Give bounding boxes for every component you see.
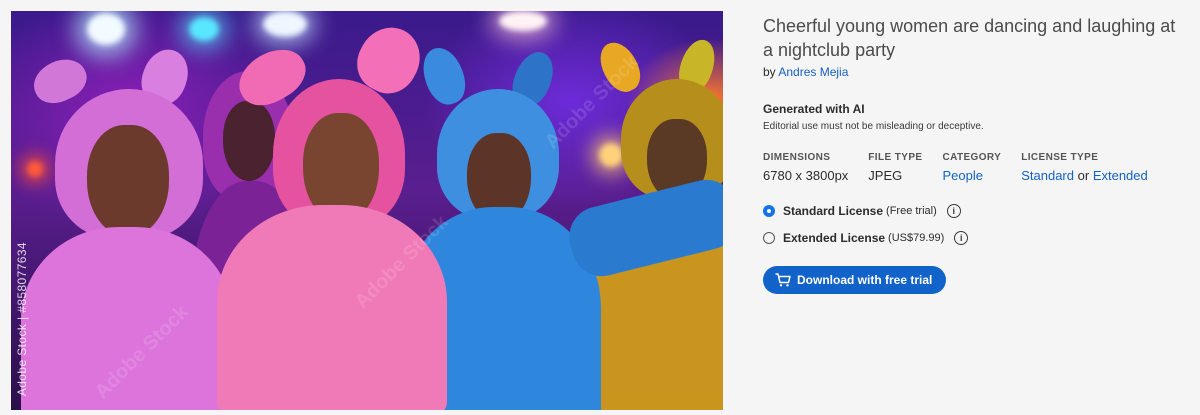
club-light: [87, 13, 125, 45]
category-link[interactable]: People: [942, 168, 982, 183]
or-text: or: [1077, 168, 1090, 183]
license-option-extended[interactable]: Extended License (US$79.99) i: [763, 228, 1188, 248]
license-name: Extended License: [783, 231, 886, 245]
meta-value: JPEG: [868, 168, 903, 183]
generated-ai-title: Generated with AI: [763, 102, 865, 116]
meta-label: FILE TYPE: [868, 152, 923, 163]
download-label: Download with free trial: [797, 273, 933, 287]
radio-unselected-icon[interactable]: [763, 232, 775, 244]
author-link[interactable]: Andres Mejia: [778, 65, 848, 79]
meta-label: DIMENSIONS: [763, 152, 831, 163]
meta-license-type: LICENSE TYPE Standard or Extended: [1021, 152, 1148, 183]
info-icon[interactable]: i: [946, 204, 961, 218]
meta-dimensions: DIMENSIONS 6780 x 3800px: [763, 152, 848, 183]
asset-details: Cheerful young women are dancing and lau…: [763, 11, 1188, 294]
license-name: Standard License: [783, 204, 884, 218]
meta-file-type: FILE TYPE JPEG: [868, 152, 922, 183]
meta-value: 6780 x 3800px: [763, 168, 849, 183]
license-note: (Free trial): [886, 205, 937, 217]
standard-license-link[interactable]: Standard: [1021, 168, 1074, 183]
meta-label: CATEGORY: [942, 152, 1002, 163]
byline: by Andres Mejia: [763, 65, 1188, 79]
club-light: [27, 161, 43, 177]
generated-ai-note: Editorial use must not be misleading or …: [763, 121, 984, 132]
meta-category: CATEGORY People: [942, 152, 1001, 183]
asset-meta: DIMENSIONS 6780 x 3800px FILE TYPE JPEG …: [763, 152, 1188, 183]
club-light: [263, 11, 307, 37]
cart-icon: [775, 273, 791, 287]
image-watermark-id: Adobe Stock | #858077634: [15, 241, 29, 396]
meta-label: LICENSE TYPE: [1021, 152, 1099, 163]
stock-photo[interactable]: Adobe Stock Adobe Stock Adobe Stock Adob…: [11, 11, 723, 410]
extended-license-link[interactable]: Extended: [1093, 168, 1148, 183]
download-button[interactable]: Download with free trial: [763, 266, 947, 294]
byline-prefix: by: [763, 65, 776, 79]
club-light: [189, 17, 219, 41]
asset-title: Cheerful young women are dancing and lau…: [763, 16, 1176, 60]
license-option-standard[interactable]: Standard License (Free trial) i: [763, 201, 1188, 221]
license-note: (US$79.99): [888, 232, 945, 244]
club-light: [499, 11, 547, 31]
info-icon[interactable]: i: [954, 231, 969, 245]
radio-selected-icon[interactable]: [763, 205, 775, 217]
club-light: [599, 143, 623, 167]
